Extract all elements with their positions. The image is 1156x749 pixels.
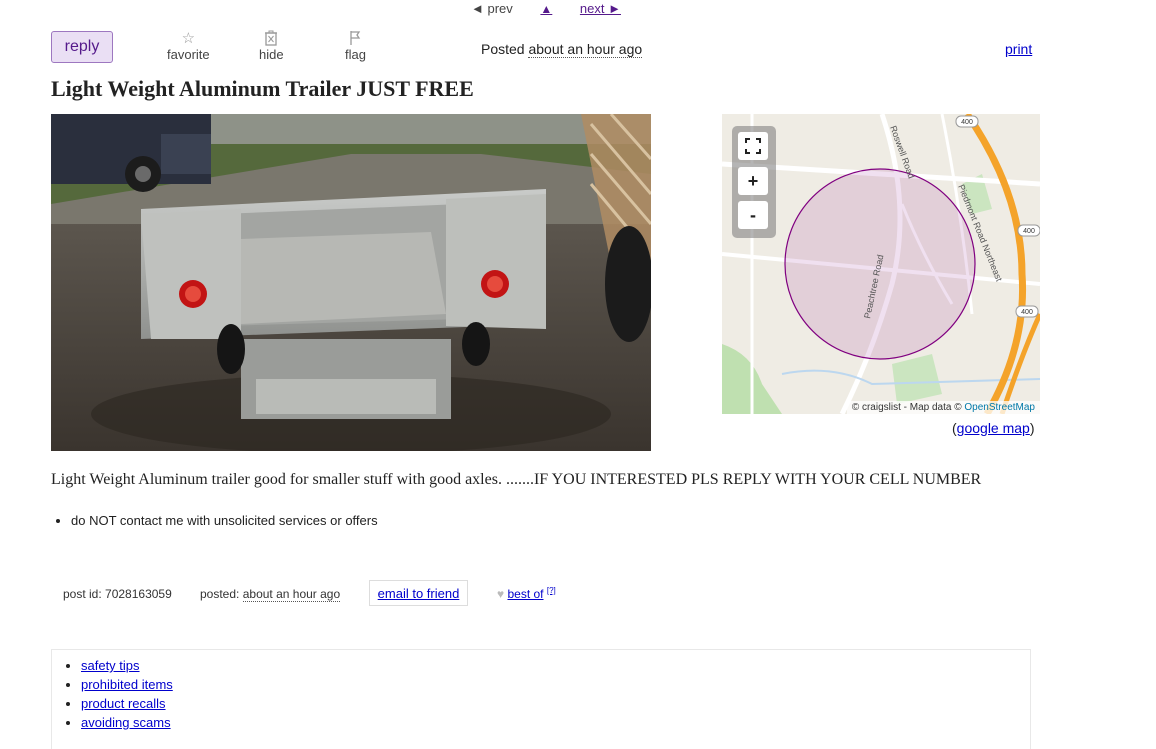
print-link[interactable]: print bbox=[1005, 41, 1032, 57]
hide-button[interactable]: hide bbox=[259, 30, 284, 62]
listing-photo[interactable] bbox=[51, 114, 651, 451]
fullscreen-icon bbox=[745, 138, 761, 154]
avoiding-scams-link[interactable]: avoiding scams bbox=[81, 715, 171, 730]
best-of-link[interactable]: best of bbox=[507, 587, 543, 601]
flag-label: flag bbox=[345, 47, 366, 62]
post-navigation: ◄ prev ▲ next ► bbox=[471, 1, 621, 16]
footer-links: safety tips prohibited items product rec… bbox=[52, 650, 1030, 732]
notice-item: do NOT contact me with unsolicited servi… bbox=[71, 513, 378, 528]
prohibited-items-link[interactable]: prohibited items bbox=[81, 677, 173, 692]
flag-icon bbox=[345, 30, 366, 47]
best-of: ♥ best of [?] bbox=[497, 586, 556, 601]
heart-icon: ♥ bbox=[497, 587, 505, 601]
posted-info-time: about an hour ago bbox=[242, 587, 341, 602]
email-to-friend-button[interactable]: email to friend bbox=[369, 580, 468, 606]
fullscreen-button[interactable] bbox=[738, 132, 768, 160]
route-shield-2: 400 bbox=[1023, 228, 1035, 235]
hide-label: hide bbox=[259, 47, 284, 62]
posting-body: Light Weight Aluminum trailer good for s… bbox=[51, 471, 982, 488]
route-shield-1: 400 bbox=[961, 119, 973, 126]
map-controls: + - bbox=[732, 126, 776, 238]
star-icon: ☆ bbox=[181, 30, 196, 47]
posted-time: about an hour ago bbox=[528, 41, 643, 58]
map-attribution: © craigslist - Map data © OpenStreetMap bbox=[846, 401, 1040, 414]
posted-label: Posted bbox=[481, 41, 525, 57]
post-id: post id: 7028163059 bbox=[63, 587, 172, 601]
up-link[interactable]: ▲ bbox=[540, 2, 552, 16]
best-of-help-link[interactable]: [?] bbox=[547, 586, 556, 595]
google-map-link[interactable]: google map bbox=[957, 420, 1030, 436]
posting-title: Light Weight Aluminum Trailer JUST FREE bbox=[51, 76, 474, 101]
location-map[interactable]: Roswell Road Piedmont Road Northeast Pea… bbox=[722, 114, 1040, 414]
favorite-button[interactable]: ☆ favorite bbox=[167, 30, 210, 62]
posted-info-label: posted: bbox=[200, 587, 240, 601]
trash-icon bbox=[259, 30, 284, 47]
flag-button[interactable]: flag bbox=[345, 30, 366, 62]
posted-date: Posted about an hour ago bbox=[481, 41, 643, 58]
prev-link[interactable]: ◄ prev bbox=[471, 1, 513, 16]
zoom-in-button[interactable]: + bbox=[738, 167, 768, 195]
email-to-friend-link[interactable]: email to friend bbox=[378, 586, 460, 601]
google-map-link-wrap: (google map) bbox=[952, 420, 1035, 436]
route-shield-3: 400 bbox=[1021, 309, 1033, 316]
zoom-out-button[interactable]: - bbox=[738, 201, 768, 229]
posted-info: posted: about an hour ago bbox=[200, 587, 341, 602]
favorite-label: favorite bbox=[167, 47, 210, 62]
footer-links-box: safety tips prohibited items product rec… bbox=[51, 649, 1031, 749]
map-attribution-text: © craigslist - Map data © bbox=[851, 402, 965, 413]
notices: do NOT contact me with unsolicited servi… bbox=[51, 513, 378, 528]
openstreetmap-link[interactable]: OpenStreetMap bbox=[964, 402, 1035, 413]
product-recalls-link[interactable]: product recalls bbox=[81, 696, 166, 711]
next-link[interactable]: next ► bbox=[580, 1, 621, 16]
trailer-photo-illustration bbox=[51, 114, 651, 451]
safety-tips-link[interactable]: safety tips bbox=[81, 658, 140, 673]
reply-button[interactable]: reply bbox=[51, 31, 113, 63]
